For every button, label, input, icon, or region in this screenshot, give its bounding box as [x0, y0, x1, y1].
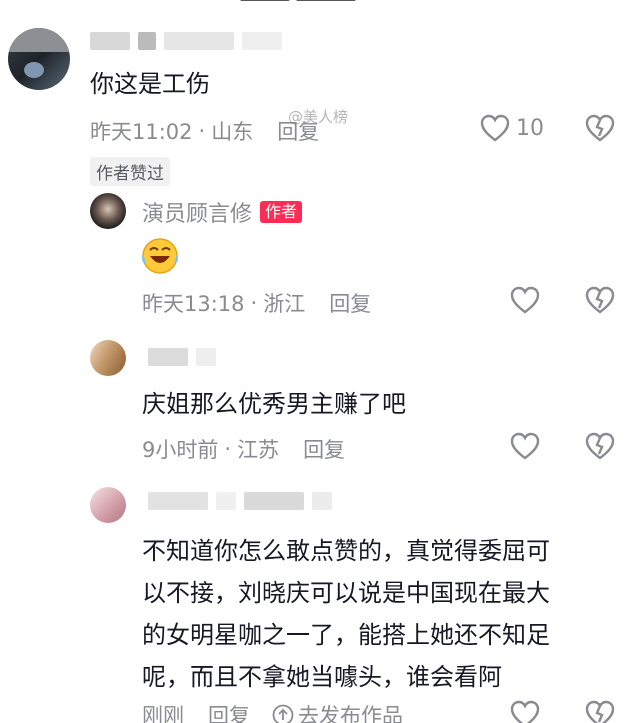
comment-text-line: 呢，而且不拿她当噱头，谁会看阿 [142, 663, 502, 691]
comment-section: 你这是工伤 昨天11:02 · 山东 回复 @美人榜 10 作者赞过 演员顾言修… [0, 0, 635, 723]
comment-time: 刚刚 [142, 704, 184, 723]
top-cropped-title [240, 0, 390, 6]
like-button[interactable]: 10 [480, 114, 544, 142]
comment-text: 庆姐那么优秀男主赚了吧 [142, 390, 406, 418]
broken-heart-icon [585, 114, 615, 142]
like-button[interactable] [510, 286, 540, 314]
separator: · [250, 291, 258, 315]
broken-heart-icon [585, 700, 615, 723]
publish-work-button[interactable]: 去发布作品 [272, 700, 403, 723]
heart-icon [480, 114, 510, 142]
separator: · [224, 437, 232, 461]
avatar[interactable] [8, 28, 70, 90]
author-name: 演员顾言修 [142, 202, 253, 227]
comment-meta: 9小时前 · 江苏 回复 [142, 434, 345, 464]
separator: · [198, 119, 206, 143]
like-count: 10 [516, 115, 544, 141]
watermark: @美人榜 [288, 108, 349, 126]
username-blurred[interactable] [148, 492, 332, 510]
dislike-button[interactable] [585, 700, 615, 723]
comment-text-line: 不知道你怎么敢点赞的，真觉得委屈可 [142, 537, 550, 565]
laughing-crying-emoji-icon [142, 238, 178, 274]
comment-text: 你这是工伤 [90, 70, 210, 98]
comment-meta: 昨天11:02 · 山东 回复 [90, 116, 319, 146]
heart-icon [510, 286, 540, 314]
avatar[interactable] [90, 487, 126, 523]
like-button[interactable] [510, 700, 540, 723]
like-button[interactable] [510, 432, 540, 460]
avatar[interactable] [90, 193, 126, 229]
comment-meta: 昨天13:18 · 浙江 回复 [142, 288, 371, 318]
author-liked-badge: 作者赞过 [90, 157, 170, 186]
arrow-up-circle-icon [272, 704, 294, 723]
reply-button[interactable]: 回复 [329, 288, 371, 318]
username-blurred[interactable] [90, 32, 282, 50]
reply-button[interactable]: 回复 [303, 434, 345, 464]
heart-icon [510, 700, 540, 723]
comment-location: 山东 [211, 120, 254, 144]
comment-text-line: 的女明星咖之一了，能搭上她还不知足 [142, 621, 550, 649]
comment-text-line: 以不接，刘晓庆可以说是中国现在最大 [142, 579, 550, 607]
dislike-button[interactable] [585, 432, 615, 460]
comment-location: 浙江 [263, 292, 306, 316]
dislike-button[interactable] [585, 114, 615, 142]
broken-heart-icon [585, 432, 615, 460]
author-tag: 作者 [260, 201, 303, 223]
comment-meta: 刚刚 回复 去发布作品 [142, 700, 403, 723]
comment-location: 江苏 [237, 438, 280, 462]
heart-icon [510, 432, 540, 460]
publish-label: 去发布作品 [298, 704, 403, 723]
comment-text: 不知道你怎么敢点赞的，真觉得委屈可 以不接，刘晓庆可以说是中国现在最大 的女明星… [142, 530, 622, 698]
dislike-button[interactable] [585, 286, 615, 314]
comment-time: 昨天11:02 [90, 120, 193, 144]
comment-time: 9小时前 [142, 438, 219, 462]
comment-time: 昨天13:18 [142, 292, 245, 316]
reply-button[interactable]: 回复 [208, 700, 250, 723]
username-blurred[interactable] [148, 348, 216, 366]
author-name-row[interactable]: 演员顾言修 作者 [142, 196, 303, 228]
avatar[interactable] [90, 340, 126, 376]
broken-heart-icon [585, 286, 615, 314]
